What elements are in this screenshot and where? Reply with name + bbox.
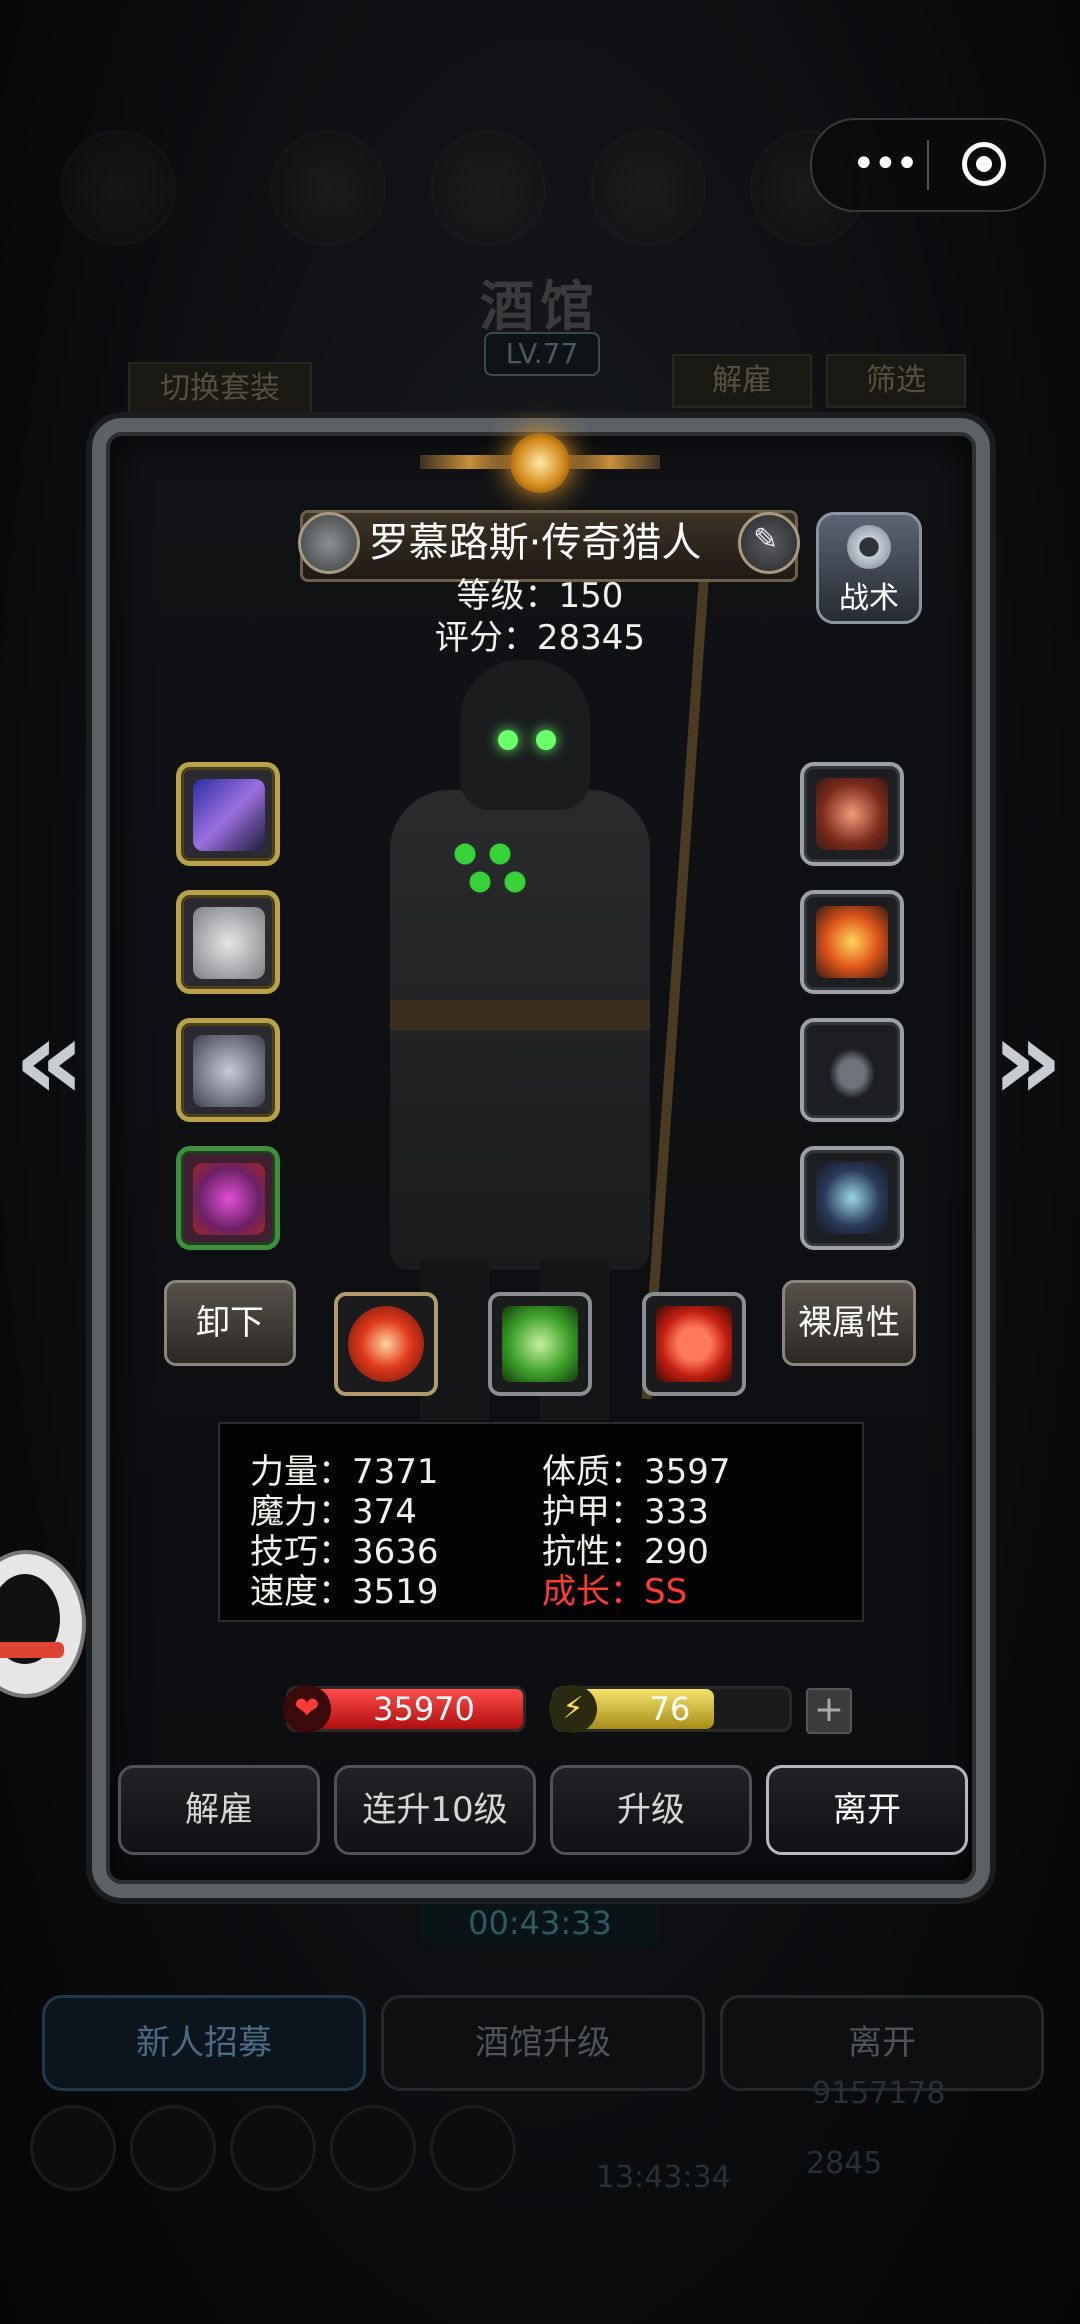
emblem-rune-icon — [816, 1162, 888, 1234]
poison-skill-icon — [502, 1306, 578, 1382]
bottom-nav-icon-5 — [430, 2105, 516, 2191]
recruit-button: 新人招募 — [42, 1995, 366, 2091]
more-icon[interactable]: ••• — [852, 144, 919, 184]
dragon-rune-icon — [816, 778, 888, 850]
level-up-10-button[interactable]: 连升10级 — [334, 1765, 536, 1855]
pencil-icon: ✎ — [753, 522, 779, 557]
add-energy-button[interactable]: + — [806, 1688, 852, 1734]
fire-rune-icon — [816, 906, 888, 978]
skill-slot-3[interactable] — [642, 1292, 746, 1396]
gem-count: 2845 — [806, 2146, 883, 2181]
filter-button: 筛选 — [826, 354, 966, 408]
gear-icon — [847, 525, 891, 569]
rune-slot-3[interactable] — [800, 1018, 904, 1122]
level-up-button[interactable]: 升级 — [550, 1765, 752, 1855]
rename-button[interactable]: ✎ — [738, 512, 800, 574]
bottom-nav-icon-1 — [30, 2105, 116, 2191]
equip-slot-armor[interactable] — [176, 890, 280, 994]
tactics-label: 战术 — [839, 581, 899, 616]
leave-button[interactable]: 离开 — [766, 1765, 968, 1855]
lightning-icon: ⚡ — [549, 1685, 597, 1733]
next-hero-arrow-icon[interactable]: » — [992, 1005, 1063, 1115]
hero-name: 罗慕路斯·传奇猎人 — [368, 520, 702, 566]
tavern-icon-2 — [270, 130, 386, 246]
heart-icon: ❤ — [283, 1685, 331, 1733]
helmet-icon — [193, 1163, 265, 1235]
tavern-icon-4 — [590, 130, 706, 246]
hp-value: 35970 — [373, 1690, 475, 1728]
pistol-icon — [193, 779, 265, 851]
equip-slot-helmet[interactable] — [176, 1018, 280, 1122]
energy-bar: ⚡ 76 — [549, 1685, 792, 1733]
tavern-timer: 00:43:33 — [420, 1898, 660, 1948]
crest-wing-right — [560, 455, 660, 469]
energy-value: 76 — [649, 1690, 691, 1728]
heal-cross-icon — [656, 1306, 732, 1382]
crest-emblem-icon — [420, 425, 660, 505]
upgrade-tavern-button: 酒馆升级 — [381, 1995, 705, 2091]
base-attributes-button[interactable]: 裸属性 — [782, 1280, 916, 1366]
equip-slot-accessory[interactable] — [176, 1146, 280, 1250]
unequip-button[interactable]: 卸下 — [164, 1280, 296, 1366]
hero-staff — [641, 580, 709, 1400]
rune-slot-2[interactable] — [800, 890, 904, 994]
hero-belt — [390, 1000, 650, 1030]
bottom-nav-icon-4 — [330, 2105, 416, 2191]
tavern-level: LV.77 — [484, 332, 600, 376]
gold-count: 9157178 — [812, 2076, 946, 2111]
tavern-icon-1 — [60, 130, 176, 246]
bg-dismiss-button: 解雇 — [672, 354, 812, 408]
penguin-scarf — [0, 1642, 64, 1658]
rune-slot-1[interactable] — [800, 762, 904, 866]
hero-hood — [460, 660, 590, 810]
dismiss-button[interactable]: 解雇 — [118, 1765, 320, 1855]
tactics-button[interactable]: 战术 — [816, 512, 922, 624]
hero-score: 评分：28345 — [434, 618, 646, 658]
crown-icon — [193, 1035, 265, 1107]
tavern-icon-3 — [430, 130, 546, 246]
hp-bar: ❤ 35970 — [283, 1685, 526, 1733]
crest-wing-left — [420, 455, 520, 469]
prev-hero-arrow-icon[interactable]: « — [14, 1005, 85, 1115]
burst-skill-icon — [348, 1306, 424, 1382]
hero-gems — [445, 830, 545, 910]
capsule-divider — [927, 140, 929, 190]
rune-slot-4[interactable] — [800, 1146, 904, 1250]
stat-growth: 成长：SS — [542, 1572, 688, 1612]
bottom-nav-icon-3 — [230, 2105, 316, 2191]
bottom-nav-icon-2 — [130, 2105, 216, 2191]
stats-box: 力量：7371 魔力：374 技巧：3636 速度：3519 体质：3597 护… — [218, 1422, 864, 1622]
miniprogram-capsule: ••• — [810, 118, 1046, 212]
skill-slot-1[interactable] — [334, 1292, 438, 1396]
crest-gem — [510, 433, 570, 493]
clock-text: 13:43:34 — [596, 2160, 731, 2195]
stat-speed: 速度：3519 — [250, 1572, 439, 1612]
armor-icon — [193, 907, 265, 979]
switch-outfit-button: 切换套装 — [128, 362, 312, 416]
stone-rune-icon — [816, 1034, 888, 1106]
close-icon[interactable] — [962, 142, 1006, 186]
hero-eye-left — [498, 730, 518, 750]
equip-slot-weapon[interactable] — [176, 762, 280, 866]
skill-slot-2[interactable] — [488, 1292, 592, 1396]
hero-eye-right — [536, 730, 556, 750]
tavern-title: 酒馆 — [480, 275, 600, 338]
